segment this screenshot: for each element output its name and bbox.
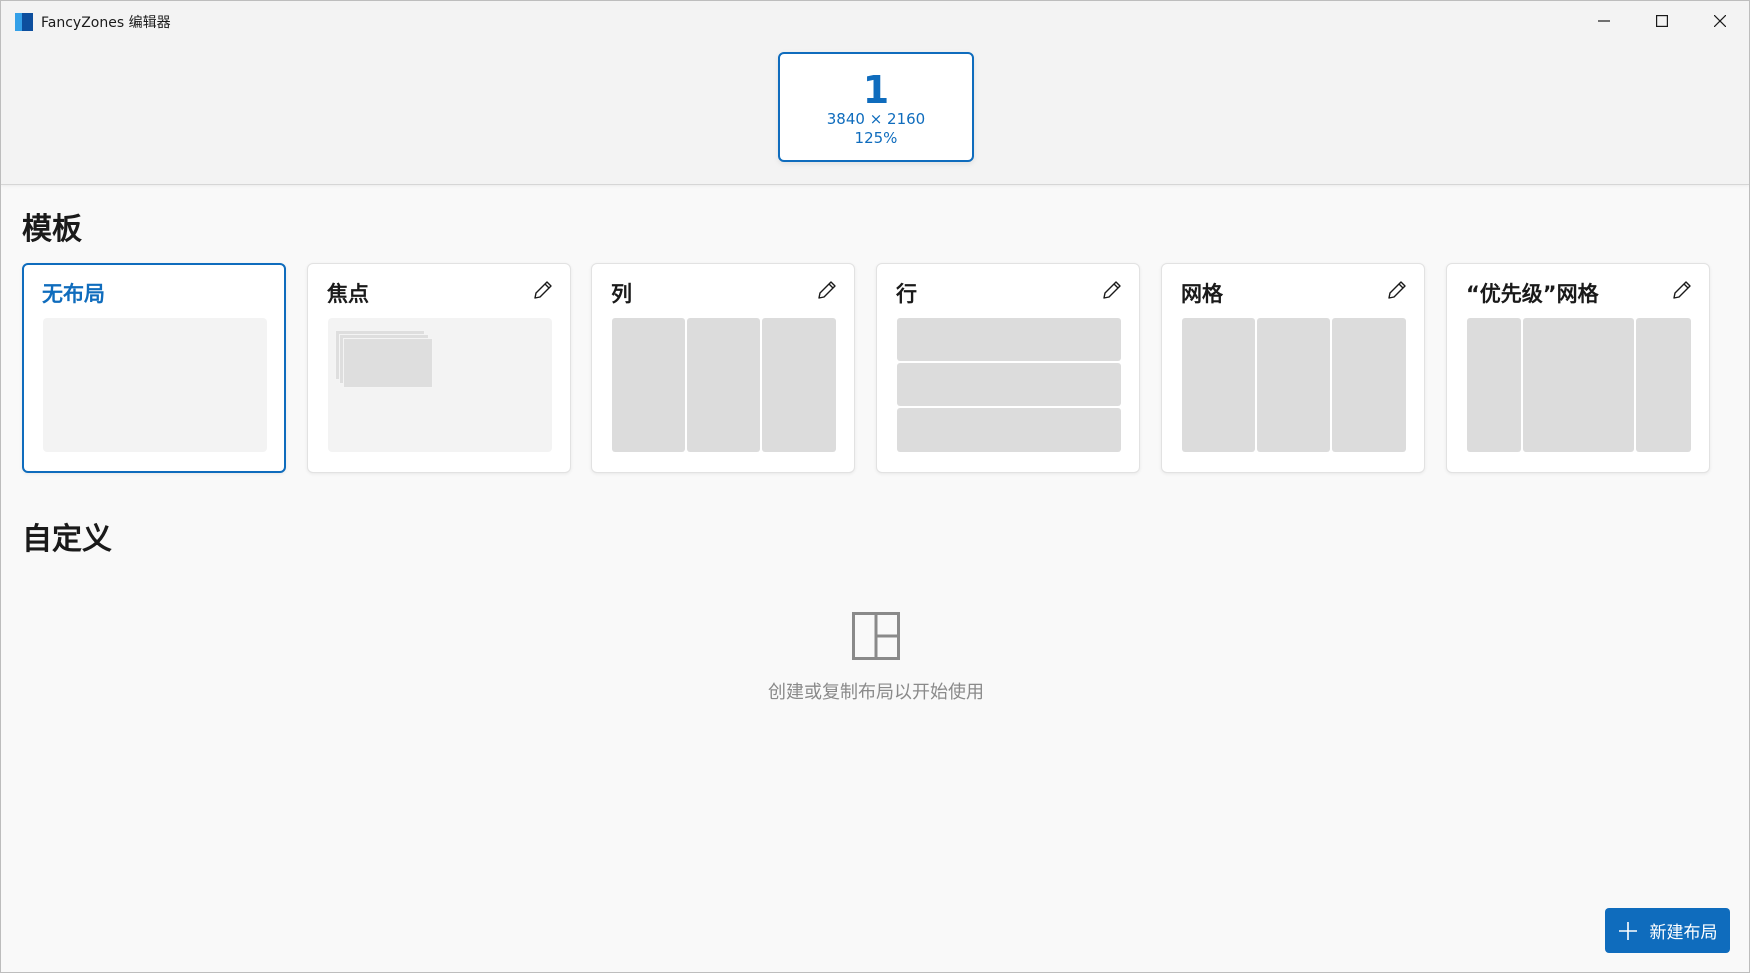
close-icon xyxy=(1714,15,1726,27)
close-button[interactable] xyxy=(1691,1,1749,41)
template-title: 行 xyxy=(896,282,917,306)
layout-preview xyxy=(1467,318,1691,452)
template-card-focus[interactable]: 焦点 xyxy=(307,263,571,473)
window-controls xyxy=(1575,1,1749,41)
maximize-button[interactable] xyxy=(1633,1,1691,41)
minimize-button[interactable] xyxy=(1575,1,1633,41)
layout-preview xyxy=(897,318,1121,452)
monitor-1-button[interactable]: 1 3840 × 2160 125% xyxy=(778,52,974,162)
custom-heading: 自定义 xyxy=(22,522,112,557)
new-layout-label: 新建布局 xyxy=(1649,923,1718,943)
fancyzones-icon xyxy=(15,13,33,31)
template-title: 无布局 xyxy=(42,282,105,306)
layout-preview xyxy=(43,318,267,452)
template-card-columns[interactable]: 列 xyxy=(591,263,855,473)
layout-preview xyxy=(1182,318,1406,452)
monitor-scale: 125% xyxy=(854,129,898,147)
template-card-priority-grid[interactable]: “优先级”网格 xyxy=(1446,263,1710,473)
pencil-icon[interactable] xyxy=(1670,278,1694,302)
template-title: “优先级”网格 xyxy=(1466,282,1599,306)
template-title: 列 xyxy=(611,282,632,306)
fancyzones-editor-window: FancyZones 编辑器 1 3840 × 2160 125% 模板 无布局… xyxy=(0,0,1750,973)
title-bar: FancyZones 编辑器 xyxy=(15,11,171,33)
maximize-icon xyxy=(1656,15,1668,27)
template-card-grid[interactable]: 网格 xyxy=(1161,263,1425,473)
pencil-icon[interactable] xyxy=(531,278,555,302)
template-card-no-layout[interactable]: 无布局 xyxy=(22,263,286,473)
templates-heading: 模板 xyxy=(22,212,82,247)
new-layout-button[interactable]: 新建布局 xyxy=(1605,908,1730,953)
template-title: 焦点 xyxy=(327,282,369,306)
pencil-icon[interactable] xyxy=(1100,278,1124,302)
monitor-number: 1 xyxy=(862,68,890,112)
layout-icon xyxy=(852,612,900,660)
layout-preview xyxy=(328,318,552,452)
pencil-icon[interactable] xyxy=(815,278,839,302)
template-card-rows[interactable]: 行 xyxy=(876,263,1140,473)
pencil-icon[interactable] xyxy=(1385,278,1409,302)
template-title: 网格 xyxy=(1181,282,1223,306)
empty-state-message: 创建或复制布局以开始使用 xyxy=(768,682,984,703)
window-title: FancyZones 编辑器 xyxy=(41,15,171,31)
monitor-bar: FancyZones 编辑器 1 3840 × 2160 125% xyxy=(1,1,1749,185)
layout-preview xyxy=(612,318,836,452)
plus-icon xyxy=(1618,921,1637,940)
monitor-resolution: 3840 × 2160 xyxy=(826,110,926,128)
minimize-icon xyxy=(1598,20,1610,22)
